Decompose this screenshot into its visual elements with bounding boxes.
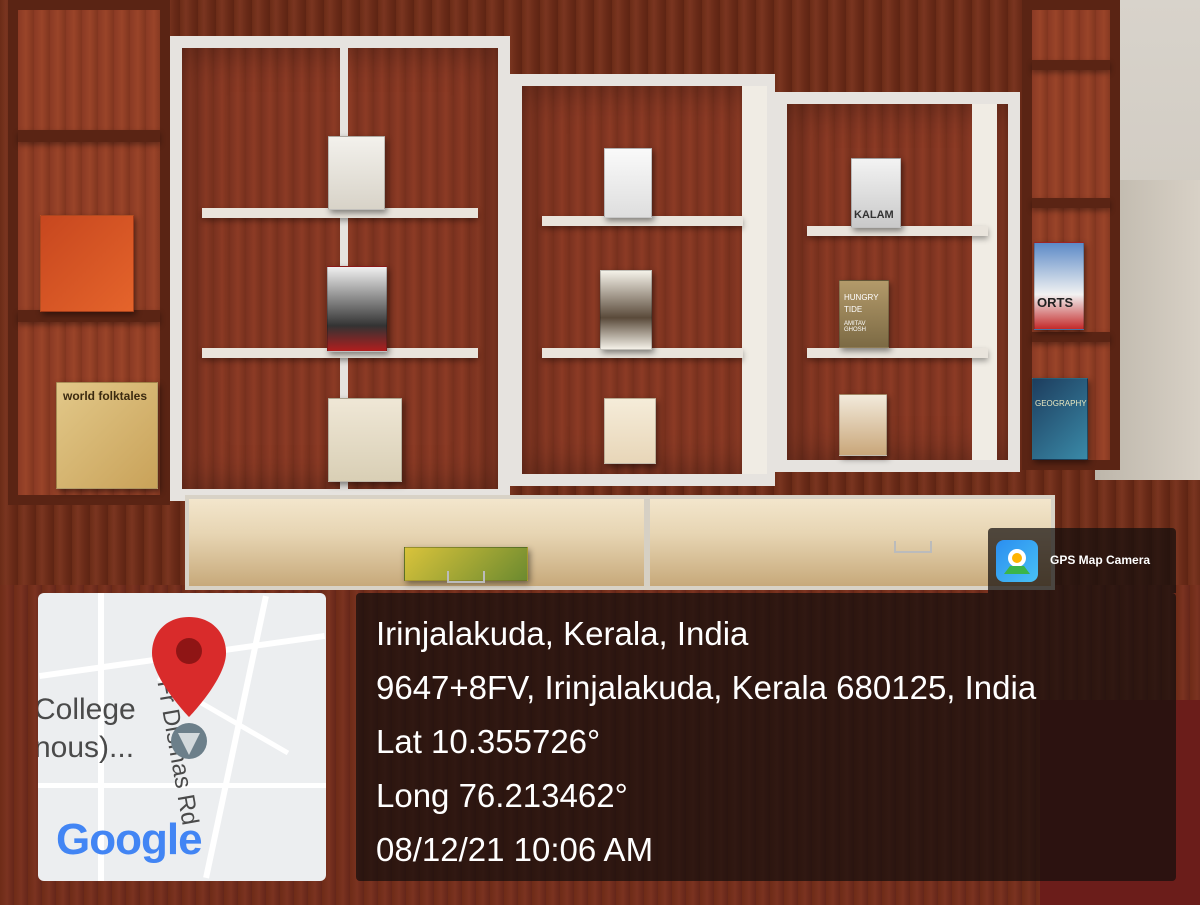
- glass-display-counter: [185, 495, 1055, 590]
- cabinet-inner-wall: [972, 104, 997, 460]
- book-author: AMITAV GHOSH: [844, 321, 867, 333]
- book-cover: HUNGRY TIDE AMITAV GHOSH: [839, 280, 889, 348]
- map-thumbnail: Fr Dismas Rd College nous)... Google: [38, 593, 326, 881]
- latitude: Lat 10.355726°: [376, 723, 601, 760]
- gps-camera-label: GPS Map Camera: [1050, 553, 1151, 567]
- book-title: HUNGRY: [844, 293, 879, 302]
- gps-camera-badge: GPS Map Camera: [988, 528, 1176, 593]
- shelf: [807, 348, 988, 358]
- map-poi-label: nous)...: [38, 731, 135, 764]
- book-cover: [328, 136, 385, 210]
- book-cover: GEOGRAPHY: [1032, 378, 1088, 460]
- book-title: ORTS: [1037, 295, 1074, 310]
- right-side-case: ORTS GEOGRAPHY: [1022, 0, 1120, 470]
- book-title: world folktales: [63, 389, 148, 403]
- book-cover: KALAM: [851, 158, 901, 228]
- left-side-case: world folktales: [8, 0, 170, 505]
- display-cabinet-right: KALAM HUNGRY TIDE AMITAV GHOSH: [775, 92, 1020, 472]
- photo-scene: world folktales ORTS GEOGRAPHY KALAM HUN…: [0, 0, 1200, 905]
- book-cover: [328, 398, 402, 482]
- timestamp: 08/12/21 10:06 AM: [376, 831, 654, 868]
- counter-handle: [447, 571, 485, 583]
- book-cover: [604, 398, 656, 464]
- book-cover: ORTS: [1034, 242, 1084, 330]
- map-pin-icon: [152, 617, 226, 759]
- shelf: [1032, 60, 1110, 70]
- book-cover: [604, 148, 652, 218]
- shelf: [1032, 332, 1110, 342]
- display-cabinet-left: [170, 36, 510, 501]
- google-logo: Google: [56, 815, 203, 864]
- book-title: KALAM: [854, 209, 894, 221]
- book-title: TIDE: [844, 305, 863, 314]
- book-title: GEOGRAPHY: [1035, 399, 1087, 408]
- gps-camera-app-icon: [996, 540, 1038, 582]
- cabinet-inner-wall: [742, 86, 767, 474]
- book-cover: [327, 266, 387, 352]
- location-info-card: Irinjalakuda, Kerala, India 9647+8FV, Ir…: [356, 593, 1176, 881]
- book-cover: world folktales: [56, 382, 158, 489]
- display-cabinet-middle: [510, 74, 775, 486]
- address: 9647+8FV, Irinjalakuda, Kerala 680125, I…: [376, 669, 1037, 706]
- book-cover: [839, 394, 887, 456]
- place-name: Irinjalakuda, Kerala, India: [376, 615, 749, 652]
- shelf: [18, 130, 160, 142]
- longitude: Long 76.213462°: [376, 777, 628, 814]
- counter-handle: [894, 541, 932, 553]
- map-poi-label: College: [38, 693, 136, 726]
- book-cover: [40, 215, 134, 312]
- book-cover: [600, 270, 652, 350]
- counter-divider: [644, 499, 650, 586]
- shelf: [1032, 198, 1110, 208]
